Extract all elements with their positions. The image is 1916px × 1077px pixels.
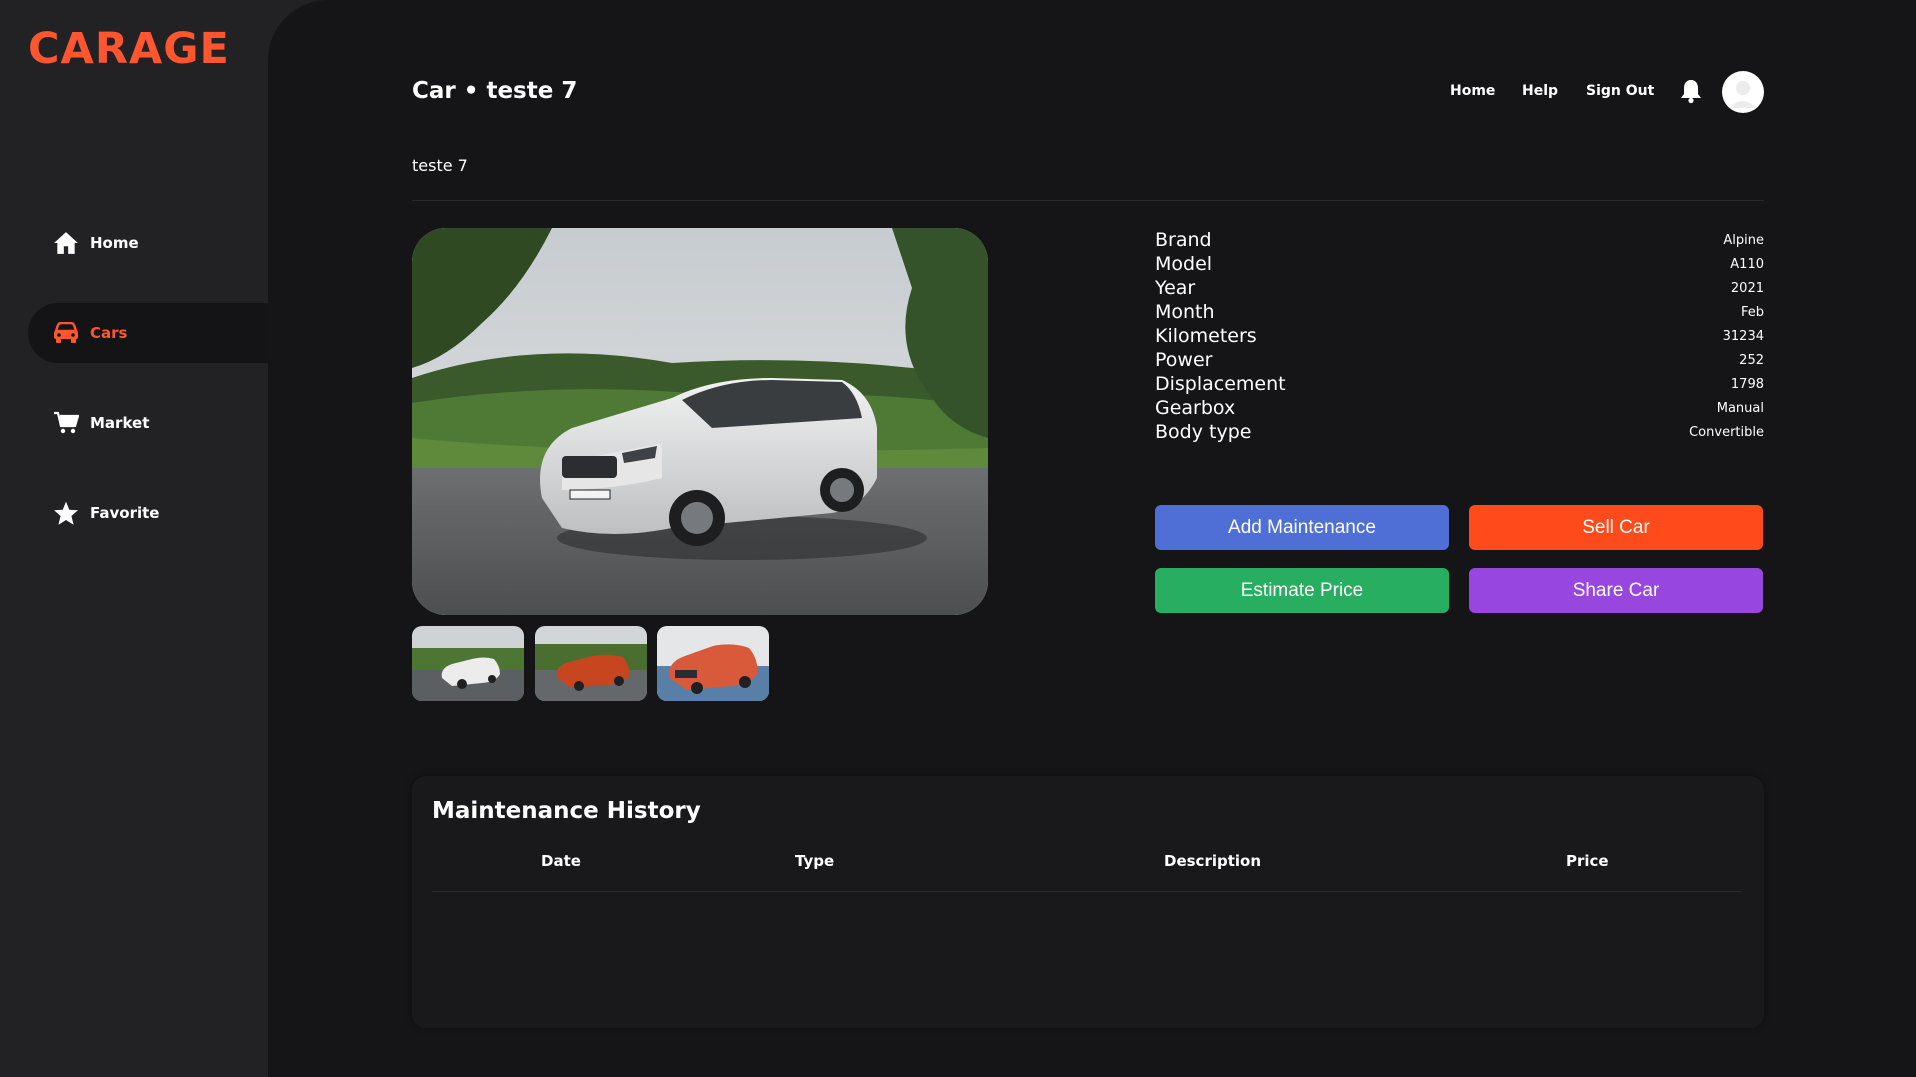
sidebar-item-home[interactable]: Home <box>28 213 290 273</box>
cart-icon <box>52 409 80 437</box>
spec-label: Kilometers <box>1155 325 1257 347</box>
spec-value: 1798 <box>1730 376 1764 392</box>
spec-row-kilometers: Kilometers 31234 <box>1155 324 1764 348</box>
add-maintenance-button[interactable]: Add Maintenance <box>1155 505 1449 550</box>
user-avatar-icon[interactable] <box>1722 71 1764 113</box>
table-header-divider <box>432 891 1742 892</box>
car-icon <box>52 319 80 347</box>
spec-label: Power <box>1155 349 1213 371</box>
sidebar-item-cars[interactable]: Cars <box>28 303 290 363</box>
sidebar-item-label: Market <box>90 414 150 432</box>
sidebar-item-label: Cars <box>90 324 128 342</box>
sidebar-item-favorite[interactable]: Favorite <box>28 483 290 543</box>
spec-label: Body type <box>1155 421 1252 443</box>
spec-label: Year <box>1155 277 1196 299</box>
app-root: CARAGE Home Cars Market Favorite Car • t… <box>0 0 1916 1077</box>
share-car-button[interactable]: Share Car <box>1469 568 1763 613</box>
spec-label: Gearbox <box>1155 397 1236 419</box>
car-thumbnail[interactable] <box>657 626 769 701</box>
spec-label: Brand <box>1155 229 1212 251</box>
column-header-price[interactable]: Price <box>1566 852 1609 870</box>
spec-value: Manual <box>1716 400 1764 416</box>
spec-label: Displacement <box>1155 373 1286 395</box>
spec-row-model: Model A110 <box>1155 252 1764 276</box>
spec-label: Month <box>1155 301 1215 323</box>
spec-row-body-type: Body type Convertible <box>1155 420 1764 444</box>
spec-row-gearbox: Gearbox Manual <box>1155 396 1764 420</box>
car-name: teste 7 <box>412 156 468 175</box>
spec-value: Feb <box>1740 304 1764 320</box>
spec-value: 2021 <box>1730 280 1764 296</box>
topnav-home-link[interactable]: Home <box>1450 83 1495 99</box>
car-specs: Brand Alpine Model A110 Year 2021 Month … <box>1155 228 1764 444</box>
sidebar-item-label: Favorite <box>90 504 160 522</box>
main-panel: Car • teste 7 Home Help Sign Out teste 7 <box>268 0 1916 1077</box>
spec-value: Alpine <box>1723 232 1764 248</box>
maintenance-history-title: Maintenance History <box>432 798 701 824</box>
spec-value: 31234 <box>1722 328 1764 344</box>
spec-row-month: Month Feb <box>1155 300 1764 324</box>
sidebar: CARAGE Home Cars Market Favorite <box>0 0 290 1077</box>
app-logo[interactable]: CARAGE <box>28 24 230 74</box>
spec-value: A110 <box>1730 256 1764 272</box>
car-main-photo[interactable] <box>412 228 988 615</box>
page-title: Car • teste 7 <box>412 78 578 104</box>
topnav-help-link[interactable]: Help <box>1522 83 1558 99</box>
sidebar-item-market[interactable]: Market <box>28 393 290 453</box>
spec-label: Model <box>1155 253 1213 275</box>
spec-row-power: Power 252 <box>1155 348 1764 372</box>
estimate-price-button[interactable]: Estimate Price <box>1155 568 1449 613</box>
maintenance-history-card: Maintenance History Date Type Descriptio… <box>412 776 1764 1028</box>
car-thumbnail[interactable] <box>412 626 524 701</box>
column-header-type[interactable]: Type <box>795 852 834 870</box>
home-icon <box>52 229 80 257</box>
header-divider <box>412 200 1764 201</box>
spec-row-year: Year 2021 <box>1155 276 1764 300</box>
spec-value: Convertible <box>1689 424 1764 440</box>
spec-row-displacement: Displacement 1798 <box>1155 372 1764 396</box>
bell-icon[interactable] <box>1679 78 1705 106</box>
topnav-signout-link[interactable]: Sign Out <box>1586 83 1654 99</box>
spec-value: 252 <box>1739 352 1764 368</box>
car-thumbnail[interactable] <box>535 626 647 701</box>
sell-car-button[interactable]: Sell Car <box>1469 505 1763 550</box>
sidebar-item-label: Home <box>90 234 139 252</box>
column-header-date[interactable]: Date <box>541 852 581 870</box>
spec-row-brand: Brand Alpine <box>1155 228 1764 252</box>
column-header-description[interactable]: Description <box>1164 852 1261 870</box>
star-icon <box>52 499 80 527</box>
